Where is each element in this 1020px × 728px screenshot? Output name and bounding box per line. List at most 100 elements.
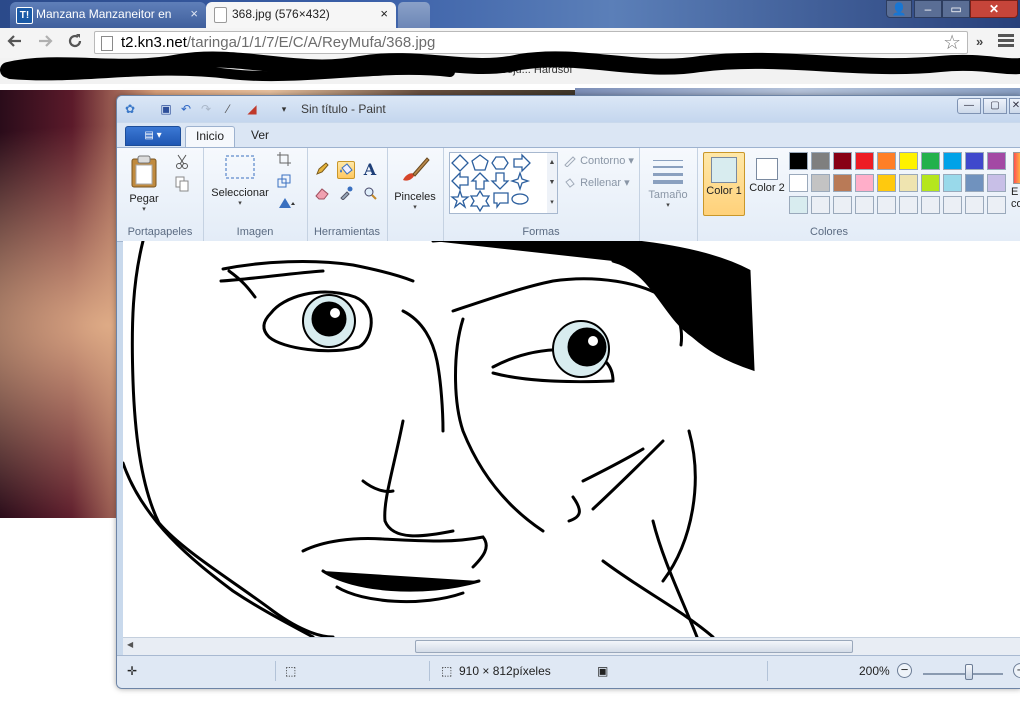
redo-icon[interactable]: ↷ — [199, 102, 213, 116]
zoom-out-button[interactable]: − — [897, 663, 912, 678]
maximize-button[interactable]: ▭ — [942, 0, 970, 18]
shapes-gallery — [449, 152, 549, 214]
group-clipboard: Pegar ▾ Portapapeles — [117, 148, 204, 241]
palette-swatch[interactable] — [877, 196, 896, 214]
save-icon[interactable]: ▣ — [159, 102, 173, 116]
customize-quick-access-icon[interactable]: ▾ — [277, 102, 291, 116]
tab-close-icon[interactable]: × — [380, 2, 388, 26]
line-size-icon — [653, 160, 683, 184]
palette-swatch[interactable] — [921, 152, 940, 170]
canvas-drawing — [123, 241, 755, 637]
palette-swatch[interactable] — [987, 196, 1006, 214]
palette-swatch[interactable] — [899, 174, 918, 192]
group-shapes: ▲ ▼ ▾ Contorno ▾ Rellenar ▾ Formas — [443, 148, 640, 241]
palette-swatch[interactable] — [965, 174, 984, 192]
palette-swatch[interactable] — [965, 152, 984, 170]
zoom-in-button[interactable]: + — [1013, 663, 1020, 678]
palette-swatch[interactable] — [811, 196, 830, 214]
palette-swatch[interactable] — [855, 152, 874, 170]
color1-swatch — [711, 157, 737, 183]
paint-menu-button[interactable]: ▤ ▾ — [125, 126, 181, 146]
select-dropdown-icon[interactable]: ▾ — [207, 199, 273, 207]
user-profile-icon[interactable]: 👤 — [886, 0, 912, 18]
pencil-icon[interactable] — [313, 162, 331, 180]
palette-swatch[interactable] — [965, 196, 984, 214]
palette-swatch[interactable] — [921, 196, 940, 214]
tab-inicio[interactable]: Inicio — [185, 126, 236, 147]
edit-colors-icon[interactable] — [1013, 152, 1020, 184]
color-picker-tool-icon[interactable] — [337, 186, 355, 204]
horizontal-scrollbar[interactable]: ◀ — [123, 637, 1020, 656]
copy-icon[interactable] — [173, 176, 191, 194]
cut-icon[interactable] — [173, 154, 191, 172]
palette-swatch[interactable] — [833, 152, 852, 170]
rotate-icon[interactable] — [275, 196, 299, 214]
close-button[interactable]: ✕ — [1009, 98, 1020, 114]
scroll-thumb[interactable] — [415, 640, 853, 653]
paint-app-icon[interactable]: ✿ — [123, 102, 137, 116]
new-tab-button[interactable] — [398, 2, 430, 28]
brushes-button[interactable]: Pinceles ▾ — [393, 154, 437, 211]
resize-icon[interactable] — [275, 174, 293, 192]
palette-swatch[interactable] — [811, 174, 830, 192]
select-button[interactable]: Seleccionar ▾ — [207, 154, 273, 207]
taringa-favicon-icon: T! — [16, 7, 33, 24]
palette-swatch[interactable] — [789, 152, 808, 170]
brushes-label: Pinceles — [394, 191, 436, 203]
status-separator — [767, 661, 768, 681]
shapes-scroll[interactable]: ▲ ▼ ▾ — [547, 152, 558, 214]
palette-swatch[interactable] — [899, 152, 918, 170]
fill-color-icon[interactable]: ◢ — [243, 102, 261, 116]
fill-button[interactable]: Rellenar ▾ — [563, 176, 630, 189]
paste-button[interactable]: Pegar ▾ — [125, 154, 163, 213]
palette-swatch[interactable] — [943, 152, 962, 170]
five-point-star-icon — [450, 188, 470, 209]
outline-button[interactable]: Contorno ▾ — [563, 154, 634, 168]
scroll-left-arrow-icon[interactable]: ◀ — [127, 640, 133, 649]
palette-swatch[interactable] — [789, 196, 808, 214]
palette-swatch[interactable] — [877, 174, 896, 192]
size-dropdown-icon[interactable]: ▾ — [645, 201, 691, 209]
palette-swatch[interactable] — [943, 196, 962, 214]
color2-button[interactable]: Color 2 — [747, 152, 787, 214]
paint-window: ✿ ▣ ↶ ↷ ⁄ ◢ ▾ Sin título - Paint — ▢ ✕ ▤… — [116, 95, 1020, 689]
palette-swatch[interactable] — [833, 196, 852, 214]
palette-swatch[interactable] — [987, 174, 1006, 192]
magnifier-icon[interactable] — [361, 186, 379, 204]
tab-ver[interactable]: Ver — [241, 126, 279, 147]
palette-swatch[interactable] — [811, 152, 830, 170]
palette-swatch[interactable] — [877, 152, 896, 170]
zoom-slider-thumb[interactable] — [965, 664, 973, 680]
outline-icon — [564, 156, 576, 168]
tab-close-icon[interactable]: × — [190, 2, 198, 26]
palette-swatch[interactable] — [943, 174, 962, 192]
palette-swatch[interactable] — [855, 174, 874, 192]
palette-swatch[interactable] — [833, 174, 852, 192]
edit-colors-label[interactable]: E co — [1011, 186, 1020, 210]
palette-swatch[interactable] — [921, 174, 940, 192]
text-tool-icon[interactable]: A — [361, 161, 379, 179]
paste-dropdown-icon[interactable]: ▾ — [125, 205, 163, 213]
fill-bucket-icon[interactable] — [337, 161, 355, 179]
minimize-button[interactable]: — — [957, 98, 981, 114]
tab-manzana[interactable]: T! Manzana Manzaneitor en × — [10, 2, 206, 28]
outline-dropdown-icon: ▾ — [628, 155, 634, 167]
eraser-icon[interactable] — [313, 186, 331, 204]
brushes-dropdown-icon[interactable]: ▾ — [393, 203, 437, 211]
crop-icon[interactable] — [275, 152, 293, 170]
undo-icon[interactable]: ↶ — [179, 102, 193, 116]
palette-swatch[interactable] — [899, 196, 918, 214]
drawing-canvas[interactable] — [123, 241, 1020, 637]
color-picker-icon[interactable]: ⁄ — [221, 102, 235, 116]
zoom-slider-track[interactable] — [923, 673, 1003, 675]
tab-368-jpg[interactable]: 368.jpg (576×432) × — [206, 2, 396, 28]
palette-swatch[interactable] — [987, 152, 1006, 170]
color1-button[interactable]: Color 1 — [703, 152, 745, 216]
palette-swatch[interactable] — [789, 174, 808, 192]
minimize-button[interactable]: – — [914, 0, 942, 18]
size-button[interactable]: Tamaño ▾ — [645, 156, 691, 209]
close-button[interactable]: ✕ — [970, 0, 1018, 18]
maximize-button[interactable]: ▢ — [983, 98, 1007, 114]
palette-swatch[interactable] — [855, 196, 874, 214]
group-label-clipboard: Portapapeles — [127, 226, 193, 238]
